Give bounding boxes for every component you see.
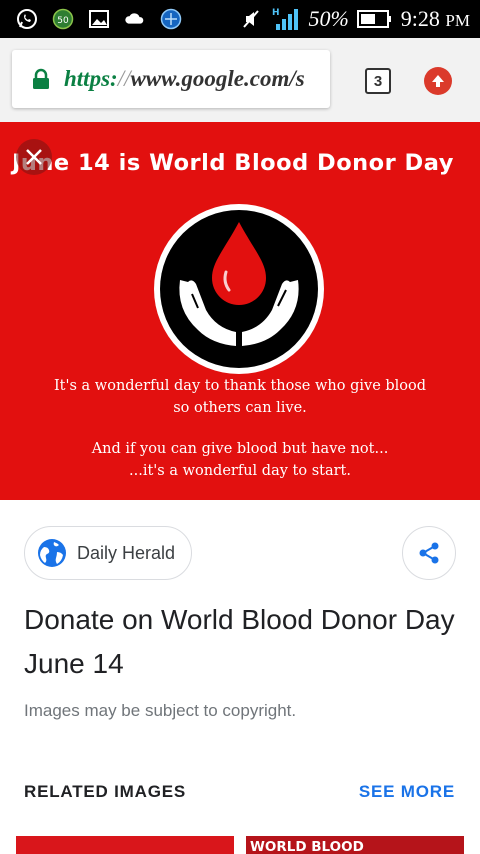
related-images-header: RELATED IMAGES (24, 782, 187, 801)
arrow-up-icon (432, 75, 444, 87)
source-chip[interactable]: Daily Herald (24, 526, 193, 580)
thumbnail-caption: WORLD BLOOD (250, 839, 364, 854)
copyright-notice: Images may be subject to copyright. (24, 701, 297, 720)
gallery-icon (88, 8, 110, 30)
hero-image[interactable]: June 14 is World Blood Donor Day It's a … (0, 122, 480, 500)
close-icon (26, 149, 42, 165)
data-saver-icon: 50 (52, 8, 74, 30)
url-bar[interactable]: https://www.google.com/s (12, 50, 330, 108)
share-button[interactable] (402, 526, 456, 580)
related-image-thumbnail[interactable]: WORLD BLOOD (246, 836, 464, 854)
hero-title: June 14 is World Blood Donor Day (12, 150, 454, 176)
tab-switcher-button[interactable]: 3 (365, 68, 391, 94)
close-button[interactable] (16, 139, 52, 175)
result-title[interactable]: Donate on World Blood Donor Day June 14 (24, 598, 464, 686)
svg-text:H: H (272, 8, 280, 18)
browser-icon (160, 8, 182, 30)
whatsapp-icon (16, 8, 38, 30)
cloud-icon (124, 8, 146, 30)
battery-percent: 50% (308, 6, 349, 31)
url-text[interactable]: https://www.google.com/s (64, 66, 305, 92)
browser-toolbar: https://www.google.com/s 3 (0, 38, 480, 122)
status-bar: 50 H 50% 9:28 PM (0, 0, 480, 38)
hero-caption-2: And if you can give blood but have not..… (91, 441, 389, 479)
clock: 9:28 PM (400, 6, 470, 31)
share-icon (419, 542, 439, 564)
mute-icon (240, 8, 262, 30)
source-name: Daily Herald (77, 542, 176, 563)
blood-drop-hands-emblem (154, 204, 324, 374)
battery-icon (356, 8, 393, 30)
svg-text:50: 50 (57, 16, 69, 26)
related-image-thumbnail[interactable] (16, 836, 234, 854)
update-button[interactable] (424, 67, 452, 95)
signal-icon: H (270, 8, 300, 30)
lock-icon (33, 68, 49, 89)
hero-caption-1: It's a wonderful day to thank those who … (53, 378, 427, 416)
globe-icon (38, 539, 66, 567)
see-more-link[interactable]: SEE MORE (359, 782, 455, 802)
